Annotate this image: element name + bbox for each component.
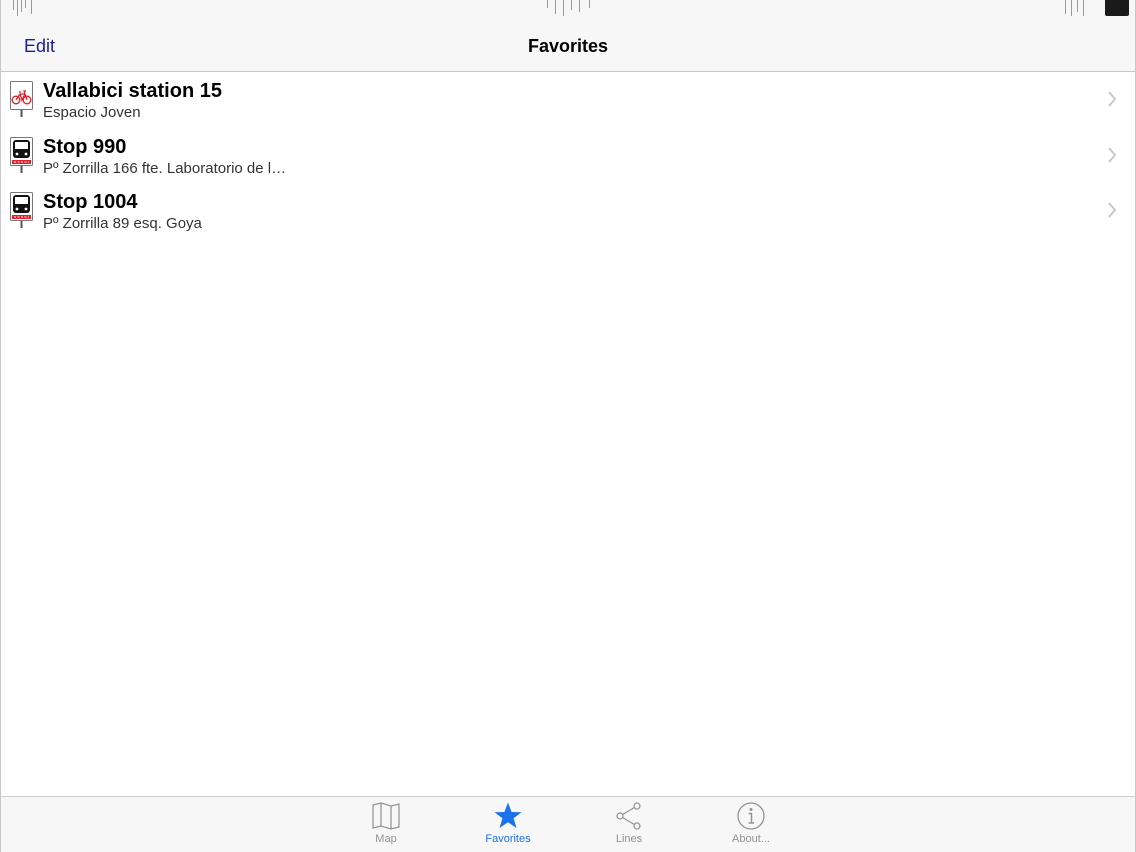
star-icon (494, 802, 522, 828)
chevron-right-icon (1108, 146, 1117, 163)
status-center-icon (545, 0, 601, 16)
map-icon (372, 802, 400, 830)
tab-label: Lines (615, 833, 643, 845)
bus-stop-icon (10, 192, 33, 228)
favorite-subtitle: Pº Zorrilla 89 esq. Goya (43, 215, 202, 232)
list-item[interactable]: Stop 990 Pº Zorrilla 166 fte. Laboratori… (1, 128, 1135, 184)
list-item[interactable]: Vallabici station 15 Espacio Joven (1, 72, 1135, 128)
info-icon (737, 802, 765, 830)
status-bar (1, 0, 1135, 20)
favorite-title: Stop 990 (43, 135, 127, 158)
favorite-subtitle: Espacio Joven (43, 104, 141, 121)
tab-about[interactable]: About... (706, 801, 796, 851)
tab-label: About... (732, 833, 770, 845)
app-screen: Edit Favorites Vallabici station 15 Espa… (0, 0, 1136, 852)
status-left-icon (11, 0, 51, 16)
battery-icon (1105, 0, 1129, 16)
chevron-right-icon (1108, 91, 1117, 107)
tab-favorites[interactable]: Favorites (463, 801, 553, 851)
tab-label: Map (375, 833, 397, 845)
status-right-icon (1061, 0, 1091, 16)
favorites-list: Vallabici station 15 Espacio Joven Stop … (1, 72, 1135, 239)
favorite-title: Vallabici station 15 (43, 80, 222, 102)
chevron-right-icon (1108, 202, 1117, 218)
tab-lines[interactable]: Lines (584, 801, 674, 851)
tab-bar: Map Favorites Lines About... (1, 796, 1135, 852)
navigation-bar: Edit Favorites (1, 20, 1135, 72)
tab-map[interactable]: Map (341, 801, 431, 851)
bus-stop-icon (10, 136, 33, 173)
page-title: Favorites (527, 36, 609, 56)
list-item[interactable]: Stop 1004 Pº Zorrilla 89 esq. Goya (1, 183, 1135, 239)
tab-label: Favorites (485, 833, 531, 845)
bicycle-station-icon (10, 81, 33, 117)
share-lines-icon (616, 802, 641, 830)
favorite-subtitle: Pº Zorrilla 166 fte. Laboratorio de l… (43, 159, 287, 177)
favorite-title: Stop 1004 (43, 191, 138, 213)
